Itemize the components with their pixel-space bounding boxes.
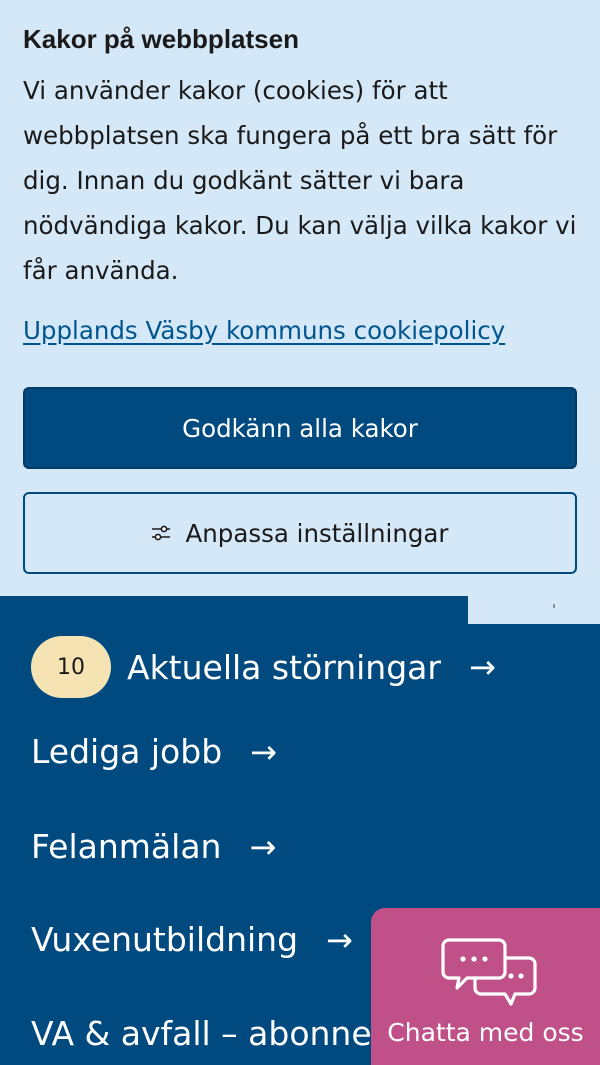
cookie-description: Vi använder kakor (cookies) för att webb… xyxy=(23,76,577,285)
tab-notch: ˌ xyxy=(468,594,600,624)
quick-link-aktuella-storningar[interactable]: 10 Aktuella störningar → xyxy=(31,636,496,698)
accept-all-cookies-button[interactable]: Godkänn alla kakor xyxy=(23,387,577,469)
quick-link-va-avfall[interactable]: VA & avfall – abonnem xyxy=(31,1014,404,1053)
chat-label: Chatta med oss xyxy=(387,1018,584,1047)
cookie-policy-link[interactable]: Upplands Väsby kommuns cookiepolicy xyxy=(23,316,505,345)
quick-link-lediga-jobb[interactable]: Lediga jobb → xyxy=(31,732,277,771)
quick-link-label: Lediga jobb xyxy=(31,732,223,771)
quick-link-felanmalan[interactable]: Felanmälan → xyxy=(31,827,276,866)
quick-link-label: Felanmälan xyxy=(31,827,222,866)
cookie-banner: Kakor på webbplatsen Vi använder kakor (… xyxy=(0,0,600,596)
accept-all-label: Godkänn alla kakor xyxy=(182,413,418,443)
quick-link-label: Aktuella störningar xyxy=(127,647,441,687)
arrow-right-icon: → xyxy=(250,732,277,771)
sliders-icon xyxy=(152,525,171,541)
quick-link-label: Vuxenutbildning xyxy=(31,920,299,959)
quick-link-label: VA & avfall – abonnem xyxy=(31,1014,404,1053)
arrow-right-icon: → xyxy=(326,920,353,959)
customize-settings-label: Anpassa inställningar xyxy=(185,518,449,548)
chat-button[interactable]: Chatta med oss xyxy=(371,908,600,1065)
quick-link-vuxenutbildning[interactable]: Vuxenutbildning → xyxy=(31,920,353,959)
cookie-title: Kakor på webbplatsen xyxy=(23,24,299,54)
customize-settings-button[interactable]: Anpassa inställningar xyxy=(23,492,577,574)
chat-bubbles-icon xyxy=(441,938,537,1006)
disruption-count-badge: 10 xyxy=(31,636,111,698)
arrow-right-icon: → xyxy=(249,827,277,866)
arrow-right-icon: → xyxy=(468,648,496,686)
